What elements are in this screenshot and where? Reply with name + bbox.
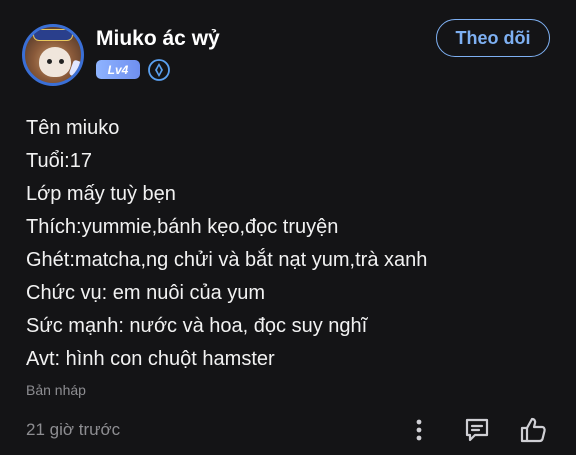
like-button[interactable] <box>516 414 550 446</box>
more-icon <box>416 419 422 441</box>
post-line: Chức vụ: em nuôi của yum <box>26 282 266 304</box>
avatar-eye-left <box>47 59 52 64</box>
post-line: Sức mạnh: nước và hoa, đọc suy nghĩ <box>26 315 368 337</box>
post-content: Tên miuko Tuổi:17 Lớp mấy tuỳ bẹn Thích:… <box>26 112 427 376</box>
more-button[interactable] <box>408 414 430 446</box>
post-line: Avt: hình con chuột hamster <box>26 348 275 370</box>
level-badge: Lv4 <box>96 60 140 79</box>
avatar[interactable] <box>22 24 84 86</box>
post-line: Tên miuko <box>26 117 120 139</box>
like-icon <box>520 417 546 443</box>
post-line: Ghét:matcha,ng chửi và bắt nạt yum,trà x… <box>26 249 428 271</box>
post-line: Tuổi:17 <box>26 150 92 172</box>
avatar-frame-label <box>33 29 73 41</box>
avatar-eye-right <box>59 59 64 64</box>
comment-icon <box>465 418 489 442</box>
post-line: Thích:yummie,bánh kẹo,đọc truyện <box>26 216 339 238</box>
username[interactable]: Miuko ác wỷ <box>96 27 220 51</box>
post-timestamp: 21 giờ trước <box>26 420 121 439</box>
follow-button[interactable]: Theo dõi <box>436 19 550 57</box>
draft-status: Bản nháp <box>26 382 86 398</box>
comment-button[interactable] <box>460 414 494 446</box>
verified-icon <box>148 59 170 81</box>
avatar-hamster-face <box>39 47 71 77</box>
post-line: Lớp mấy tuỳ bẹn <box>26 183 176 205</box>
